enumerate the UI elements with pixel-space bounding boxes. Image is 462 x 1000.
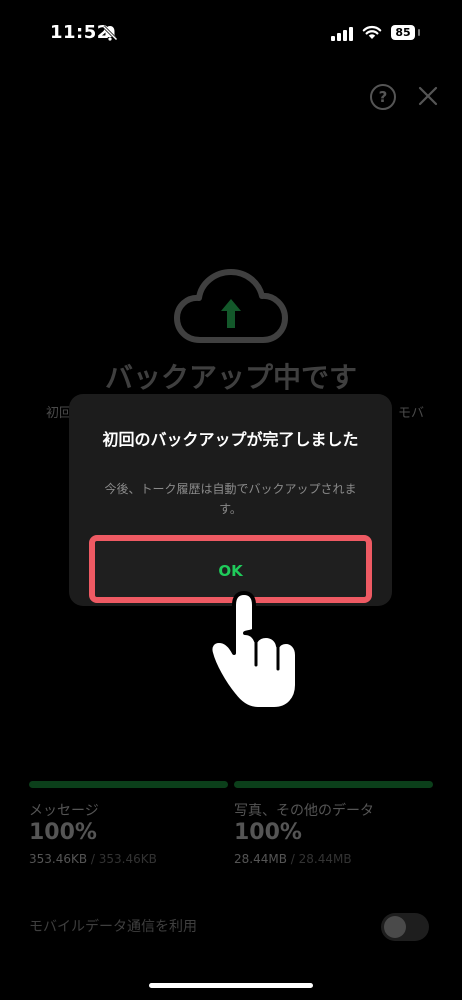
mobile-data-label: モバイルデータ通信を利用 [29,919,197,935]
mobile-data-toggle[interactable] [381,913,429,941]
bell-muted-icon [102,25,118,41]
messages-size-total: / 353.46KB [87,852,157,866]
media-progress-bar [234,781,433,788]
backup-complete-dialog: 初回のバックアップが完了しました 今後、トーク履歴は自動でバックアップされます。… [69,394,392,606]
messages-size: 353.46KB / 353.46KB [29,852,157,866]
pointer-hand-icon [208,591,299,711]
wifi-icon [362,25,382,39]
media-label: 写真、その他のデータ [234,803,374,819]
media-size-done: 28.44MB [234,852,287,866]
cloud-upload-icon [174,269,288,343]
battery-cap [418,29,420,36]
media-size-total: / 28.44MB [286,852,352,866]
dialog-message: 今後、トーク履歴は自動でバックアップされます。 [104,482,357,516]
close-icon[interactable] [416,84,440,108]
signal-icon [331,27,353,41]
toggle-knob [384,916,406,938]
backup-subtitle-right: モバ [398,406,425,421]
status-bar: 11:52 85 [0,0,462,60]
messages-size-done: 353.46KB [29,852,88,866]
home-indicator [149,983,313,988]
media-size: 28.44MB / 28.44MB [234,852,352,866]
help-icon[interactable]: ? [370,84,396,110]
messages-progress-bar [29,781,228,788]
battery-indicator: 85 [391,25,415,40]
backup-status-title: バックアップ中です [104,361,357,394]
dialog-title: 初回のバックアップが完了しました [102,430,359,449]
messages-label: メッセージ [29,803,99,819]
messages-percent: 100% [29,820,97,845]
media-percent: 100% [234,820,302,845]
ok-button-label: OK [218,562,243,580]
